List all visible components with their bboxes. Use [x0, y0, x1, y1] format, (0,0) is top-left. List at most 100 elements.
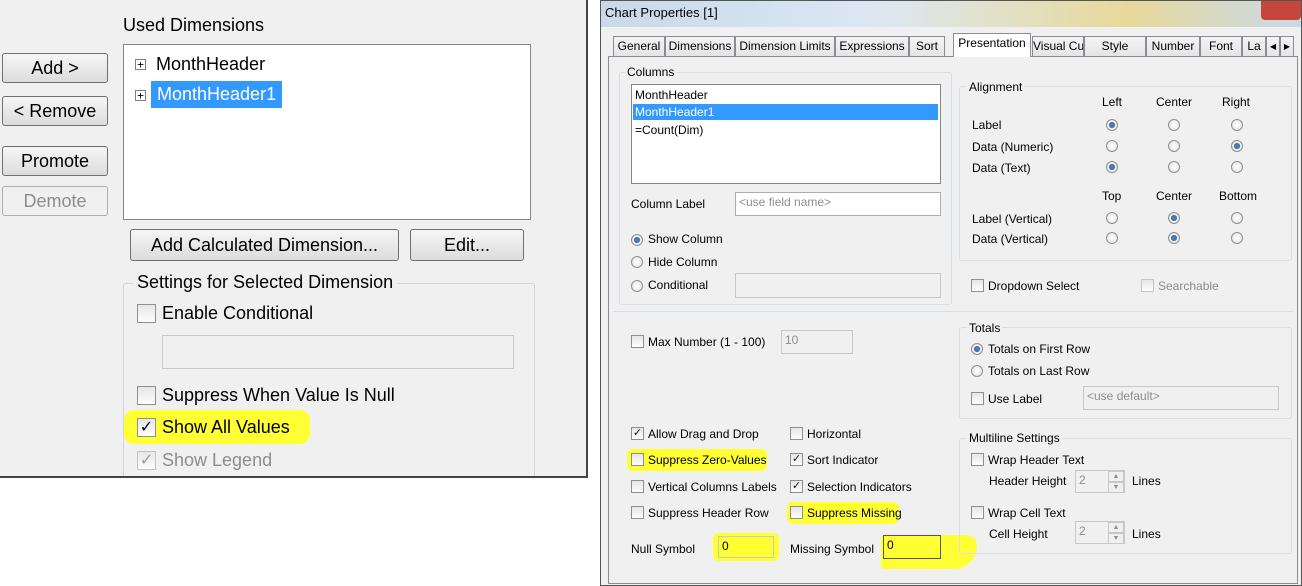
- expand-icon[interactable]: +: [135, 90, 146, 101]
- max-number-checkbox[interactable]: [631, 335, 644, 348]
- cell-lines-label: Lines: [1132, 527, 1161, 541]
- sort-indicator-checkbox[interactable]: ✓: [790, 453, 803, 466]
- header-lines-label: Lines: [1132, 474, 1161, 488]
- spin-up-icon[interactable]: ▲: [1108, 471, 1124, 482]
- data-valign-center-radio[interactable]: [1168, 232, 1180, 244]
- spin-up-icon[interactable]: ▲: [1108, 522, 1124, 533]
- used-dimensions-list[interactable]: + MonthHeader + MonthHeader1: [123, 44, 531, 220]
- horizontal-checkbox[interactable]: [790, 427, 803, 440]
- conditional-expression-input[interactable]: [162, 335, 514, 369]
- conditional-input[interactable]: [735, 273, 941, 298]
- numeric-align-left-radio[interactable]: [1106, 140, 1118, 152]
- demote-button[interactable]: Demote: [2, 186, 108, 216]
- suppress-missing-checkbox[interactable]: [790, 506, 803, 519]
- totals-first-row-radio[interactable]: [971, 343, 983, 355]
- suppress-header-row-checkbox[interactable]: [631, 506, 644, 519]
- suppress-null-checkbox[interactable]: [137, 386, 156, 405]
- missing-symbol-input[interactable]: 0: [883, 535, 941, 559]
- use-label-input[interactable]: <use default>: [1083, 386, 1279, 410]
- data-valign-bottom-radio[interactable]: [1231, 232, 1243, 244]
- vertical-column-labels-label: Vertical Columns Labels: [648, 480, 777, 494]
- tab-dimensions[interactable]: Dimensions: [665, 36, 735, 56]
- wrap-cell-checkbox[interactable]: [971, 506, 984, 519]
- enable-conditional-checkbox[interactable]: [137, 304, 156, 323]
- tab-layout[interactable]: La: [1242, 36, 1266, 56]
- label-align-right-radio[interactable]: [1231, 119, 1243, 131]
- selection-indicators-checkbox[interactable]: ✓: [790, 480, 803, 493]
- tab-scroll-right-icon[interactable]: ▶: [1280, 36, 1294, 56]
- label-valign-top-radio[interactable]: [1106, 212, 1118, 224]
- align-vcenter-header: Center: [1156, 189, 1193, 203]
- remove-button[interactable]: < Remove: [2, 96, 108, 126]
- conditional-label: Conditional: [648, 278, 709, 292]
- label-align-left-radio[interactable]: [1106, 119, 1118, 131]
- align-data-vertical-row: Data (Vertical): [972, 232, 1049, 246]
- tab-dimension-limits[interactable]: Dimension Limits: [735, 36, 835, 56]
- align-label-row: Label: [972, 118, 1002, 132]
- null-symbol-input[interactable]: 0: [718, 536, 774, 558]
- data-valign-top-radio[interactable]: [1106, 232, 1118, 244]
- tab-number[interactable]: Number: [1146, 36, 1200, 56]
- tab-font[interactable]: Font: [1200, 36, 1242, 56]
- column-item-monthheader[interactable]: MonthHeader: [635, 88, 708, 102]
- tab-style[interactable]: Style: [1084, 36, 1146, 56]
- searchable-checkbox[interactable]: [1141, 279, 1154, 292]
- tab-general[interactable]: General: [613, 36, 665, 56]
- used-dimensions-label: Used Dimensions: [123, 15, 265, 35]
- show-legend-checkbox[interactable]: ✓: [137, 451, 156, 470]
- label-align-center-radio[interactable]: [1168, 119, 1180, 131]
- multiline-group-title: Multiline Settings: [967, 431, 1062, 445]
- tab-scroll-left-icon[interactable]: ◀: [1266, 36, 1280, 56]
- text-align-right-radio[interactable]: [1231, 161, 1243, 173]
- show-all-values-checkbox[interactable]: ✓: [137, 418, 156, 437]
- dimension-item-monthheader[interactable]: MonthHeader: [156, 54, 265, 75]
- text-align-left-radio[interactable]: [1106, 161, 1118, 173]
- suppress-null-label: Suppress When Value Is Null: [162, 385, 395, 405]
- suppress-header-row-label: Suppress Header Row: [648, 506, 769, 520]
- close-button[interactable]: [1261, 1, 1301, 20]
- hide-column-radio[interactable]: [631, 256, 643, 268]
- expand-icon[interactable]: +: [135, 59, 146, 70]
- tab-expressions[interactable]: Expressions: [835, 36, 909, 56]
- allow-drag-drop-checkbox[interactable]: ✓: [631, 427, 644, 440]
- promote-button[interactable]: Promote: [2, 146, 108, 176]
- text-align-center-radio[interactable]: [1168, 161, 1180, 173]
- totals-last-row-radio[interactable]: [971, 365, 983, 377]
- spin-down-icon[interactable]: ▼: [1108, 482, 1124, 493]
- header-height-label: Header Height: [989, 474, 1067, 488]
- numeric-align-right-radio[interactable]: [1231, 140, 1243, 152]
- align-bottom-header: Bottom: [1219, 189, 1258, 203]
- wrap-cell-label: Wrap Cell Text: [988, 506, 1066, 520]
- wrap-header-label: Wrap Header Text: [988, 453, 1085, 467]
- label-valign-bottom-radio[interactable]: [1231, 212, 1243, 224]
- tab-sort[interactable]: Sort: [909, 36, 945, 56]
- dimension-item-monthheader1[interactable]: MonthHeader1: [151, 81, 283, 108]
- max-number-input[interactable]: 10: [781, 330, 853, 354]
- column-item-monthheader1[interactable]: MonthHeader1: [633, 104, 938, 120]
- tab-visual-cues[interactable]: Visual Cues: [1032, 36, 1084, 56]
- dropdown-select-checkbox[interactable]: [971, 279, 984, 292]
- align-label-vertical-row: Label (Vertical): [972, 212, 1053, 226]
- suppress-zero-checkbox[interactable]: [631, 453, 644, 466]
- max-number-label: Max Number (1 - 100): [648, 335, 766, 349]
- add-calculated-dimension-button[interactable]: Add Calculated Dimension...: [130, 229, 399, 261]
- show-column-radio[interactable]: [631, 234, 643, 246]
- spin-down-icon[interactable]: ▼: [1108, 533, 1124, 544]
- edit-button[interactable]: Edit...: [410, 229, 524, 261]
- column-label-input[interactable]: <use field name>: [735, 192, 941, 216]
- numeric-align-center-radio[interactable]: [1168, 140, 1180, 152]
- wrap-header-checkbox[interactable]: [971, 453, 984, 466]
- use-label-checkbox[interactable]: [971, 392, 984, 405]
- conditional-radio[interactable]: [631, 280, 643, 292]
- chart-properties-dialog: Chart Properties [1] General Dimensions …: [600, 0, 1302, 586]
- tab-presentation[interactable]: Presentation: [953, 33, 1031, 57]
- alignment-group-title: Alignment: [967, 80, 1025, 94]
- missing-symbol-label: Missing Symbol: [790, 542, 875, 556]
- enable-conditional-label: Enable Conditional: [162, 303, 314, 323]
- label-valign-center-radio[interactable]: [1168, 212, 1180, 224]
- null-symbol-label: Null Symbol: [631, 542, 696, 556]
- vertical-column-labels-checkbox[interactable]: [631, 480, 644, 493]
- column-item-count-dim[interactable]: =Count(Dim): [635, 123, 703, 137]
- add-button[interactable]: Add >: [2, 53, 108, 83]
- columns-list[interactable]: MonthHeader MonthHeader1 =Count(Dim): [631, 84, 941, 184]
